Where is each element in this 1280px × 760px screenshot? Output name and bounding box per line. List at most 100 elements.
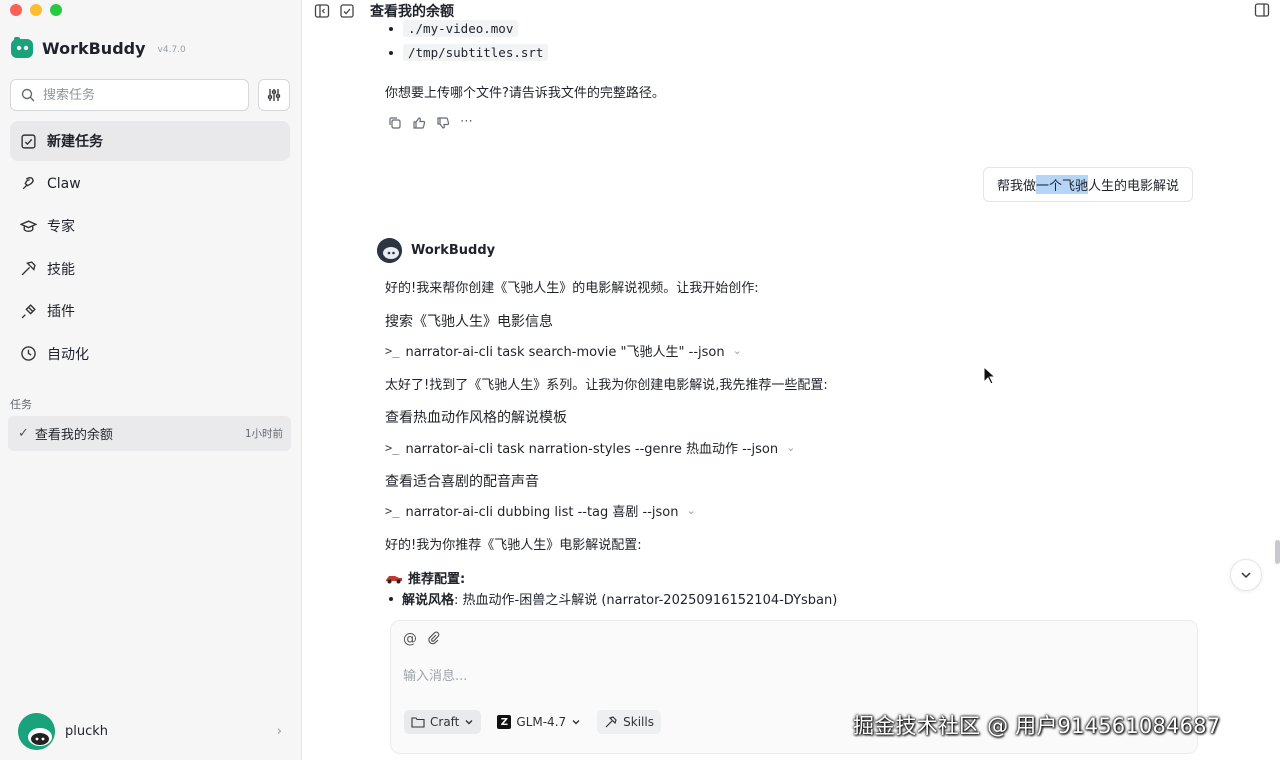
user-message-selection: 一个飞驰 [1035, 175, 1088, 194]
skills-label: Skills [623, 715, 654, 729]
chevron-down-icon: ⌄ [686, 504, 696, 517]
search-input[interactable] [43, 87, 223, 103]
terminal-prompt-icon: >_ [385, 343, 400, 358]
chevron-right-icon: › [276, 724, 282, 739]
model-selector[interactable]: Z GLM-4.7 [490, 710, 588, 734]
graduation-cap-icon [20, 220, 37, 232]
bot-intro: 好的!我来帮你创建《飞驰人生》的电影解说视频。让我开始创作: [385, 281, 759, 296]
user-name: pluckh [65, 724, 109, 739]
nav-label-skills: 技能 [47, 261, 75, 278]
tasks-section-label: 任务 [10, 398, 32, 411]
recommend-intro: 好的!我为你推荐《飞驰人生》电影解说配置: [385, 538, 642, 553]
main-nav: 新建任务 Claw 专家 技能 插件 自动化 [10, 121, 290, 377]
terminal-prompt-icon: >_ [385, 503, 400, 518]
model-label: GLM-4.7 [516, 715, 567, 729]
nav-label-claw: Claw [47, 175, 81, 192]
folder-icon [411, 717, 425, 728]
plug-icon [21, 304, 36, 319]
mode-label: Craft [430, 715, 460, 729]
command-text: narrator-ai-cli task search-movie "飞驰人生"… [405, 345, 725, 360]
zhipu-logo-icon: Z [497, 715, 512, 729]
tool-call-dubbing-list[interactable]: >_ narrator-ai-cli dubbing list --tag 喜剧… [385, 501, 696, 521]
panel-toggle-icon[interactable] [1254, 2, 1270, 18]
nav-label-automation: 自动化 [47, 346, 89, 363]
recommend-title-text: 推荐配置: [408, 572, 466, 587]
tool-call-narration-styles[interactable]: >_ narrator-ai-cli task narration-styles… [385, 438, 795, 458]
mouse-cursor-icon [983, 366, 997, 385]
bot-avatar [377, 238, 402, 263]
more-icon[interactable]: ⋯ [460, 115, 473, 130]
window-controls [10, 4, 62, 16]
filter-button[interactable] [258, 79, 290, 111]
chevron-down-icon [1241, 572, 1251, 579]
recommend-item-label: 解说风格 [402, 593, 455, 608]
file-path: ./my-video.mov [403, 20, 519, 37]
recommend-item: 解说风格: 热血动作-困兽之斗解说 (narrator-202509161521… [389, 589, 837, 608]
scrollbar-thumb[interactable] [1275, 540, 1280, 564]
found-text: 太好了!找到了《飞驰人生》系列。让我为你创建电影解说,我先推荐一些配置: [385, 378, 828, 393]
bot-name: WorkBuddy [411, 243, 496, 258]
nav-item-automation[interactable]: 自动化 [10, 334, 290, 374]
paperclip-icon[interactable] [427, 631, 441, 645]
recommend-title: 推荐配置: [385, 568, 465, 587]
search-box [10, 79, 249, 111]
new-task-icon[interactable] [339, 3, 355, 19]
tool-call-search-movie[interactable]: >_ narrator-ai-cli task search-movie "飞驰… [385, 341, 742, 361]
nav-item-new-task[interactable]: 新建任务 [10, 121, 290, 161]
user-message-text-a: 帮我做 [996, 179, 1036, 194]
minimize-window-button[interactable] [30, 4, 42, 16]
task-time: 1小时前 [244, 428, 283, 440]
task-item[interactable]: ✓ 查看我的余额 1小时前 [8, 416, 291, 451]
page-title: 查看我的余额 [370, 4, 454, 20]
sidebar-toggle-icon[interactable] [314, 3, 330, 19]
check-icon: ✓ [18, 426, 29, 441]
scroll-to-bottom-button[interactable] [1230, 559, 1262, 591]
message-actions: ⋯ [388, 115, 473, 130]
main-panel: ./my-video.mov /tmp/subtitles.srt 你想要上传哪… [303, 0, 1280, 760]
search-icon [21, 88, 35, 102]
nav-item-claw[interactable]: Claw [10, 164, 290, 204]
nav-label-plugins: 插件 [47, 304, 75, 321]
watermark-caption: 掘金技术社区 @ 用户914561084687 [853, 714, 1221, 738]
nav-item-experts[interactable]: 专家 [10, 206, 290, 246]
thumbs-up-icon[interactable] [412, 116, 426, 130]
mention-icon[interactable]: @ [403, 631, 417, 647]
edit-square-icon [21, 133, 36, 149]
brand-version: v4.7.0 [157, 45, 186, 55]
task-title: 查看我的余额 [34, 428, 113, 443]
thumbs-down-icon[interactable] [436, 116, 450, 130]
sidebar: WorkBuddy v4.7.0 新建任务 Claw 专家 [0, 0, 302, 760]
copy-icon[interactable] [388, 116, 402, 130]
clock-icon [21, 346, 36, 362]
claw-icon [22, 177, 34, 190]
user-message-text-b: 人生的电影解说 [1087, 179, 1179, 194]
prev-list: ./my-video.mov [385, 20, 519, 37]
user-profile[interactable]: pluckh › [18, 713, 282, 750]
nav-item-skills[interactable]: 技能 [10, 249, 290, 289]
nav-item-plugins[interactable]: 插件 [10, 291, 290, 331]
workbuddy-logo-icon [11, 37, 33, 58]
sliders-icon [267, 89, 281, 101]
step1-title: 搜索《飞驰人生》电影信息 [385, 314, 553, 330]
avatar [18, 713, 55, 750]
step2-title: 查看热血动作风格的解说模板 [385, 410, 567, 426]
composer-toolbar-bottom: Craft Z GLM-4.7 Skills [404, 710, 661, 734]
chevron-down-icon [465, 720, 473, 725]
user-message-bubble: 帮我做 一个飞驰 人生的电影解说 [982, 167, 1193, 202]
nav-label-new-task: 新建任务 [47, 134, 103, 150]
close-window-button[interactable] [10, 4, 22, 16]
mode-selector[interactable]: Craft [404, 710, 482, 734]
step3-title: 查看适合喜剧的配音声音 [385, 474, 539, 490]
message-input[interactable] [403, 669, 1163, 684]
terminal-prompt-icon: >_ [385, 440, 400, 455]
skills-button[interactable]: Skills [597, 710, 661, 734]
hammer-icon [21, 261, 36, 276]
chat-area: ./my-video.mov /tmp/subtitles.srt 你想要上传哪… [303, 0, 1280, 760]
brand: WorkBuddy v4.7.0 [10, 36, 186, 60]
file-path: /tmp/subtitles.srt [403, 44, 549, 61]
maximize-window-button[interactable] [50, 4, 62, 16]
list-item: ./my-video.mov [389, 20, 519, 37]
bot-header: WorkBuddy [377, 238, 495, 263]
recommend-item-value: : 热血动作-困兽之斗解说 (narrator-20250916152104-D… [454, 593, 838, 608]
composer-toolbar-top: @ [403, 631, 441, 647]
